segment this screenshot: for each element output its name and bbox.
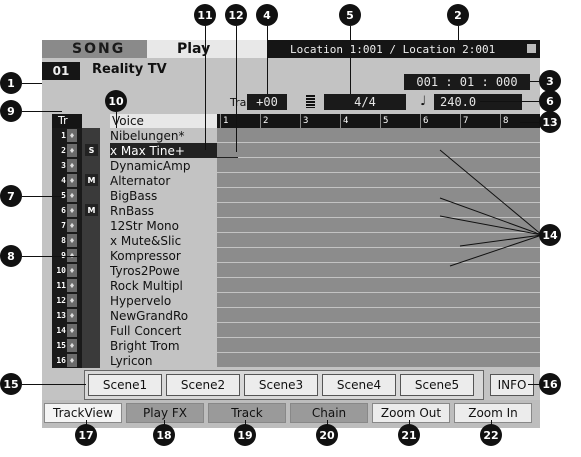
callout-5: 5	[339, 4, 361, 26]
callout-16: 16	[539, 373, 561, 395]
callout-2: 2	[447, 4, 469, 26]
leader-lines-14	[439, 149, 543, 267]
callout-8: 8	[0, 245, 22, 267]
callout-22: 22	[480, 424, 502, 446]
callout-20: 20	[316, 424, 338, 446]
callout-4: 4	[256, 4, 278, 26]
callout-1: 1	[0, 72, 22, 94]
callout-17: 17	[75, 424, 97, 446]
callout-7: 7	[0, 185, 22, 207]
callout-21: 21	[398, 424, 420, 446]
callout-12: 12	[225, 4, 247, 26]
callout-9: 9	[0, 100, 22, 122]
callout-14: 14	[539, 224, 561, 246]
callout-11: 11	[194, 4, 216, 26]
callout-6: 6	[539, 90, 561, 112]
callout-18: 18	[153, 424, 175, 446]
callout-13: 13	[539, 111, 561, 133]
callout-3: 3	[539, 70, 561, 92]
callout-15: 15	[0, 373, 22, 395]
callout-10: 10	[105, 90, 127, 112]
callout-19: 19	[234, 424, 256, 446]
